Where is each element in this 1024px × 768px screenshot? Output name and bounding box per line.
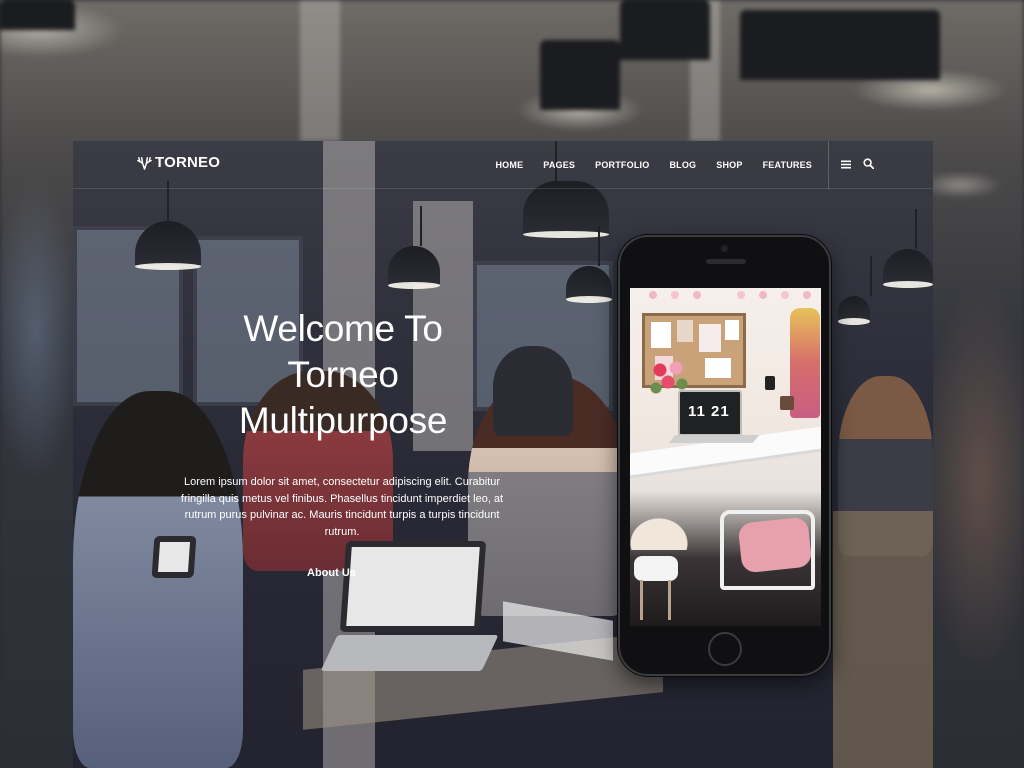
pink-pillow	[737, 516, 813, 574]
deer-antlers-icon	[137, 155, 152, 170]
person-background	[493, 346, 573, 436]
about-us-link[interactable]: About Us	[307, 567, 356, 579]
laptop	[320, 541, 499, 671]
laptop-screen	[339, 541, 487, 632]
background-lamp	[740, 10, 940, 80]
nav-shop[interactable]: SHOP	[716, 160, 742, 170]
top-navbar: TORNEO HOME PAGES PORTFOLIO BLOG SHOP FE…	[73, 141, 933, 189]
background-lamp	[540, 40, 620, 110]
hamburger-menu-icon[interactable]	[841, 156, 851, 174]
phone-camera	[721, 245, 728, 252]
hero-title-line: Multipurpose	[238, 400, 448, 441]
phone-home-button	[708, 632, 742, 666]
brand-name: TORNEO	[155, 154, 221, 171]
main-menu: HOME PAGES PORTFOLIO BLOG SHOP FEATURES	[495, 141, 812, 189]
mannequin-dress	[790, 308, 820, 418]
background-lamp	[620, 0, 710, 60]
background-lamp	[0, 0, 75, 30]
fluffy-stool	[634, 556, 678, 581]
nav-blog[interactable]: BLOG	[669, 160, 696, 170]
nav-portfolio[interactable]: PORTFOLIO	[595, 160, 649, 170]
laptop-clock: 11 21	[688, 403, 730, 420]
laptop-keyboard	[320, 634, 499, 671]
laptop	[151, 536, 197, 596]
nav-home[interactable]: HOME	[495, 160, 523, 170]
background-pillar	[300, 0, 340, 141]
phone-speaker	[706, 259, 746, 264]
wall-garland	[649, 291, 811, 299]
desk-ornament	[765, 376, 775, 390]
hero-title-line: Torneo	[287, 354, 399, 395]
stool-leg	[668, 580, 671, 620]
stool-leg	[640, 580, 643, 620]
hero-title-line: Welcome To	[243, 308, 443, 349]
nav-divider	[828, 141, 829, 189]
nav-icon-group	[841, 156, 875, 174]
ceiling-lamp	[838, 256, 872, 325]
wooden-shelf	[833, 511, 933, 768]
nav-pages[interactable]: PAGES	[543, 160, 575, 170]
desk-laptop-base	[668, 435, 760, 443]
phone-screen: 11 21	[630, 288, 821, 626]
phone-mockup: 11 21	[618, 235, 831, 676]
straw-hat	[630, 518, 688, 550]
nav-features[interactable]: FEATURES	[763, 160, 812, 170]
search-icon[interactable]	[863, 156, 875, 174]
hero-title: Welcome To Torneo Multipurpose	[203, 306, 483, 444]
ceiling-lamp	[883, 209, 933, 288]
brand-logo[interactable]: TORNEO	[137, 154, 220, 171]
hero-description: Lorem ipsum dolor sit amet, consectetur …	[180, 476, 504, 538]
laptop-screen	[151, 536, 197, 578]
desk-ornament	[780, 396, 794, 410]
